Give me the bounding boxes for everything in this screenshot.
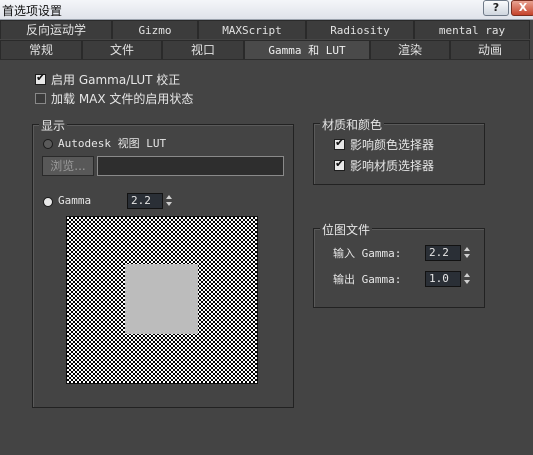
tab-row-1: 反向运动学 Gizmo MAXScript Radiosity mental r… — [0, 20, 533, 40]
tab-files[interactable]: 文件 — [82, 40, 162, 59]
gamma-spinner-arrows[interactable] — [165, 193, 174, 209]
tab-mental-ray[interactable]: mental ray — [414, 20, 530, 39]
affect-material-label: 影响材质选择器 — [350, 159, 435, 173]
output-gamma-field[interactable]: 1.0 — [425, 271, 461, 287]
tab-viewports[interactable]: 视口 — [162, 40, 244, 59]
input-gamma-field[interactable]: 2.2 — [425, 245, 461, 261]
tab-gamma-lut[interactable]: Gamma 和 LUT — [244, 40, 370, 59]
lut-path-field[interactable] — [97, 156, 284, 176]
help-button[interactable]: ? — [483, 0, 509, 16]
tab-gizmo[interactable]: Gizmo — [112, 20, 198, 39]
input-gamma-arrows[interactable] — [463, 245, 472, 261]
enable-gamma-label: 启用 Gamma/LUT 校正 — [51, 73, 181, 87]
affect-color-checkbox[interactable] — [334, 136, 345, 150]
bitmap-group: 位图文件 — [313, 221, 485, 308]
tab-ik[interactable]: 反向运动学 — [0, 20, 112, 39]
browse-button[interactable]: 浏览... — [42, 156, 94, 176]
tab-rendering[interactable]: 渲染 — [370, 40, 450, 59]
bitmap-group-title: 位图文件 — [320, 221, 373, 238]
autodesk-lut-label: Autodesk 视图 LUT — [58, 137, 167, 150]
enable-gamma-checkbox[interactable] — [35, 71, 46, 85]
close-button[interactable]: X — [511, 0, 533, 16]
materials-group: 材质和颜色 — [313, 116, 485, 185]
gamma-preview-swatch — [125, 264, 198, 334]
output-gamma-label: 输出 Gamma: — [333, 273, 402, 286]
tab-row-2: 常规 文件 视口 Gamma 和 LUT 渲染 动画 — [0, 40, 533, 60]
load-state-label: 加载 MAX 文件的启用状态 — [51, 92, 194, 106]
tab-animation[interactable]: 动画 — [450, 40, 530, 59]
gamma-spinner-field[interactable]: 2.2 — [127, 193, 163, 209]
gamma-preview-pattern — [66, 216, 258, 384]
display-group-title: 显示 — [39, 117, 68, 134]
window-title: 首选项设置 — [2, 4, 63, 18]
gamma-radio[interactable] — [43, 197, 53, 207]
tab-maxscript[interactable]: MAXScript — [198, 20, 306, 39]
tab-radiosity[interactable]: Radiosity — [306, 20, 414, 39]
title-bar: 首选项设置 ? X — [0, 0, 533, 20]
output-gamma-arrows[interactable] — [463, 271, 472, 287]
autodesk-lut-radio[interactable] — [43, 139, 53, 149]
tab-general[interactable]: 常规 — [0, 40, 82, 59]
materials-group-title: 材质和颜色 — [320, 116, 385, 133]
gamma-label: Gamma — [58, 194, 92, 207]
affect-color-label: 影响颜色选择器 — [350, 138, 435, 152]
affect-material-checkbox[interactable] — [334, 157, 345, 171]
load-state-checkbox[interactable] — [35, 93, 46, 104]
input-gamma-label: 输入 Gamma: — [333, 247, 402, 260]
